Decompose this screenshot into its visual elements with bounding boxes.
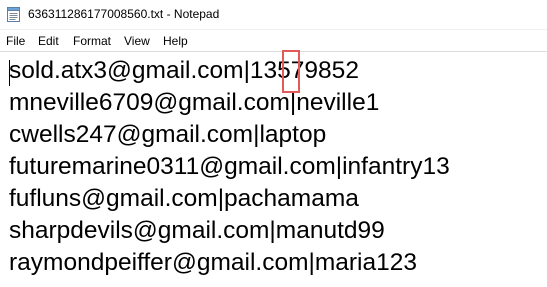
text-caret xyxy=(9,60,10,86)
text-line: sold.atx3@gmail.com|13579852 xyxy=(9,57,359,84)
title-bar[interactable]: 636311286177008560.txt - Notepad xyxy=(0,0,547,30)
text-line: sharpdevils@gmail.com|manutd99 xyxy=(9,217,385,244)
text-line: raymondpeiffer@gmail.com|maria123 xyxy=(9,249,417,276)
highlight-box xyxy=(282,50,300,93)
menu-format[interactable]: Format xyxy=(73,34,111,48)
text-line: fufluns@gmail.com|pachamama xyxy=(9,185,359,212)
menu-bar: File Edit Format View Help xyxy=(0,30,547,52)
notepad-icon xyxy=(7,7,20,22)
menu-help[interactable]: Help xyxy=(163,34,188,48)
text-editor[interactable]: sold.atx3@gmail.com|13579852 mneville670… xyxy=(0,50,547,287)
notepad-window: 636311286177008560.txt - Notepad File Ed… xyxy=(0,0,547,287)
window-title: 636311286177008560.txt - Notepad xyxy=(28,7,220,21)
menu-view[interactable]: View xyxy=(124,34,150,48)
menu-edit[interactable]: Edit xyxy=(38,34,59,48)
menu-file[interactable]: File xyxy=(6,34,25,48)
text-line: mneville6709@gmail.com|neville1 xyxy=(9,89,380,116)
text-line: futuremarine0311@gmail.com|infantry13 xyxy=(9,153,450,180)
text-line: cwells247@gmail.com|laptop xyxy=(9,121,327,148)
